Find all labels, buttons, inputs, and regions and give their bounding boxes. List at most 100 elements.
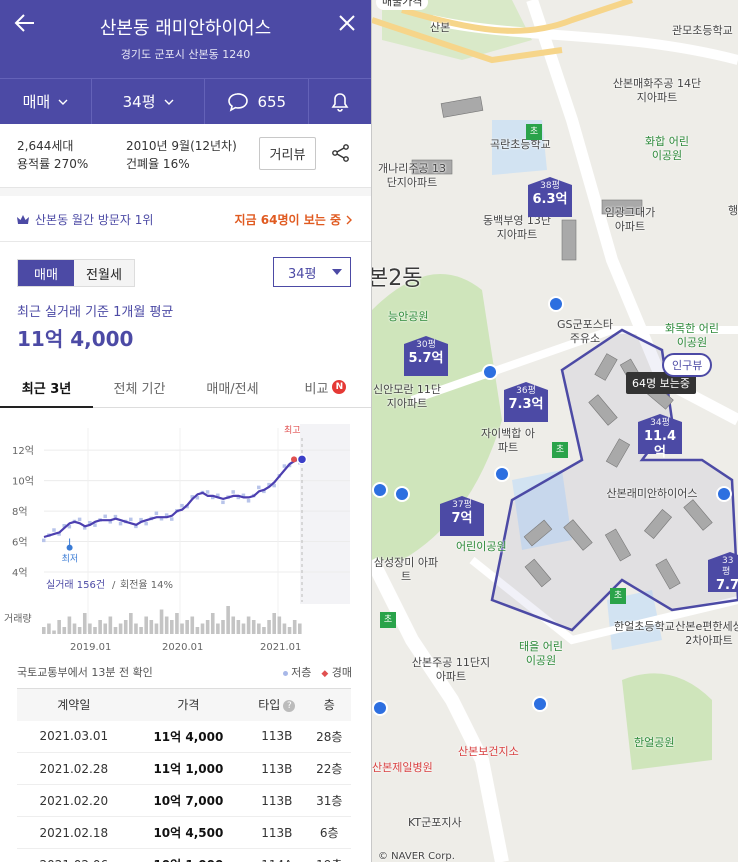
price-pin[interactable]: 33평 7.7 xyxy=(708,552,738,592)
volume-bar xyxy=(159,609,164,634)
chevron-right-icon xyxy=(346,215,352,224)
map-label-taeeul-park: 태을 어린이공원 xyxy=(519,640,563,667)
live-viewers: 지금 64명이 보는 중 xyxy=(234,213,341,227)
school-flag-icon[interactable]: 초 xyxy=(552,442,568,458)
deal-dot xyxy=(144,521,148,526)
price-pin-selected[interactable]: 34평 11.4억 xyxy=(638,414,682,460)
map-label-jugong-11: 산본주공 11단지아파트 xyxy=(411,656,491,683)
deal-dot xyxy=(103,514,107,519)
row-floor: 28층 xyxy=(307,720,351,753)
help-icon[interactable]: ? xyxy=(283,699,296,712)
population-view-button[interactable]: 인구뷰 xyxy=(662,353,713,377)
slash-sep: / xyxy=(112,580,116,591)
deal-dot xyxy=(246,499,251,503)
map-view[interactable]: 매물가격 산본 관모초등학교 산본매화주공 14단지아파트 화합 어린이공원 곡… xyxy=(372,0,738,862)
price-pin[interactable]: 38평 6.3억 xyxy=(528,177,572,217)
deal-dot xyxy=(180,503,184,508)
alarm-button[interactable] xyxy=(309,79,371,124)
trade-type-dropdown[interactable]: 매매 xyxy=(0,79,92,124)
map-label-maehwa-14: 산본매화주공 14단지아파트 xyxy=(612,77,702,104)
map-label-kt: KT군포지사 xyxy=(408,816,462,829)
table-row[interactable]: 2021.03.01 11억 4,000 113B 28층 xyxy=(17,720,351,753)
price-chart[interactable]: 12억 10억 8억 6억 4억 2019.01 2020.01 2021.01 최저 최고실거래… xyxy=(0,410,372,650)
school-flag-icon[interactable]: 초 xyxy=(610,588,626,604)
volume-bar xyxy=(257,623,261,634)
volume-bar xyxy=(98,620,102,634)
map-label-haneol-park: 한얼공원 xyxy=(634,736,675,749)
row-type: 113B xyxy=(246,816,308,849)
roadview-button[interactable]: 거리뷰 xyxy=(259,137,316,170)
volume-bar xyxy=(267,620,271,634)
divider xyxy=(0,188,371,196)
row-price: 11억 4,000 xyxy=(130,720,247,753)
bus-stop-icon[interactable] xyxy=(548,296,564,312)
trade-type-label: 매매 xyxy=(22,93,51,111)
deal-dot xyxy=(205,490,210,494)
price-pin[interactable]: 36평 7.3억 xyxy=(504,382,548,422)
complex-title: 산본동 래미안하이어스 xyxy=(99,18,272,39)
bus-stop-icon[interactable] xyxy=(716,486,732,502)
naver-copyright: © NAVER Corp. xyxy=(378,851,455,862)
bus-stop-icon[interactable] xyxy=(532,696,548,712)
pyeong-select[interactable]: 34평 xyxy=(273,257,351,287)
close-icon[interactable] xyxy=(337,13,357,33)
row-price: 10억 4,500 xyxy=(130,816,247,849)
table-row[interactable]: 2021.02.28 11억 1,000 113B 22층 xyxy=(17,752,351,785)
deal-dot xyxy=(52,528,56,532)
rent-toggle[interactable]: 전월세 xyxy=(74,260,134,286)
tab-recent-3y[interactable]: 최근 3년 xyxy=(0,367,93,408)
volume-bar xyxy=(190,616,195,634)
table-row[interactable]: 2021.02.18 10억 4,500 113B 6층 xyxy=(17,816,351,849)
y-tick-label: 10억 xyxy=(12,476,34,488)
low-floor-label: 저층 xyxy=(291,666,312,679)
chevron-down-icon xyxy=(58,99,68,105)
volume-bar xyxy=(241,623,246,634)
y-tick-label: 8억 xyxy=(12,506,28,518)
map-price-filter[interactable]: 매물가격 xyxy=(376,0,429,10)
deal-dot xyxy=(77,517,82,522)
volume-bar xyxy=(164,616,169,634)
volume-bar xyxy=(287,627,292,634)
low-marker-dot xyxy=(66,544,73,551)
volume-bar xyxy=(277,616,282,634)
deal-dot xyxy=(257,485,261,490)
row-type: 113B xyxy=(246,752,308,785)
bus-stop-icon[interactable] xyxy=(494,466,510,482)
visitor-rank-bar[interactable]: 산본동 월간 방문자 1위 지금 64명이 보는 중 xyxy=(0,196,371,242)
tab-compare[interactable]: 비교 N xyxy=(279,367,371,407)
school-flag-icon[interactable]: 초 xyxy=(380,612,396,628)
map-label-haengjeong: 행정 xyxy=(728,204,738,217)
map-label-jeil-hospital: 산본제일병원 xyxy=(372,761,433,774)
map-label-sinan-moran: 신안모란 11단지아파트 xyxy=(372,383,442,410)
volume-bar xyxy=(236,620,241,634)
bus-stop-icon[interactable] xyxy=(372,700,388,716)
volume-bar xyxy=(175,613,179,634)
share-icon[interactable] xyxy=(331,143,351,163)
table-row[interactable]: 2021.02.20 10억 7,000 113B 31층 xyxy=(17,784,351,817)
size-dropdown[interactable]: 34평 xyxy=(92,79,206,124)
volume-bar xyxy=(103,623,108,634)
volume-bar xyxy=(210,613,215,634)
bus-stop-icon[interactable] xyxy=(482,364,498,380)
complex-address: 경기도 군포시 산본동 1240 xyxy=(120,48,251,61)
tab-all-period[interactable]: 전체 기간 xyxy=(93,367,186,407)
comments-button[interactable]: 655 xyxy=(205,79,310,124)
tab-sale-jeonse[interactable]: 매매/전세 xyxy=(186,367,279,407)
map-label-gwanmo-school: 관모초등학교 xyxy=(672,24,733,37)
high-marker-label: 최고 xyxy=(284,425,301,436)
sale-toggle[interactable]: 매매 xyxy=(18,260,74,286)
volume-bar xyxy=(282,623,287,634)
bus-stop-icon[interactable] xyxy=(372,482,388,498)
price-pin[interactable]: 37평 7억 xyxy=(440,496,484,536)
bus-stop-icon[interactable] xyxy=(394,486,410,502)
y-tick-label: 12억 xyxy=(12,445,34,457)
map-label-raemian-hiers: 산본래미안하이어스 xyxy=(606,487,698,500)
price-pin[interactable]: 30평 5.7억 xyxy=(404,336,448,376)
comment-count: 655 xyxy=(257,92,287,111)
data-source: 국토교통부에서 13분 전 확인 xyxy=(17,666,153,679)
row-floor: 6층 xyxy=(307,816,351,849)
volume-bar xyxy=(42,627,46,634)
school-flag-icon[interactable]: 초 xyxy=(526,124,542,140)
future-shade xyxy=(300,424,350,604)
table-row[interactable]: 2021.02.0610억 1,000114A19층 xyxy=(17,848,351,862)
